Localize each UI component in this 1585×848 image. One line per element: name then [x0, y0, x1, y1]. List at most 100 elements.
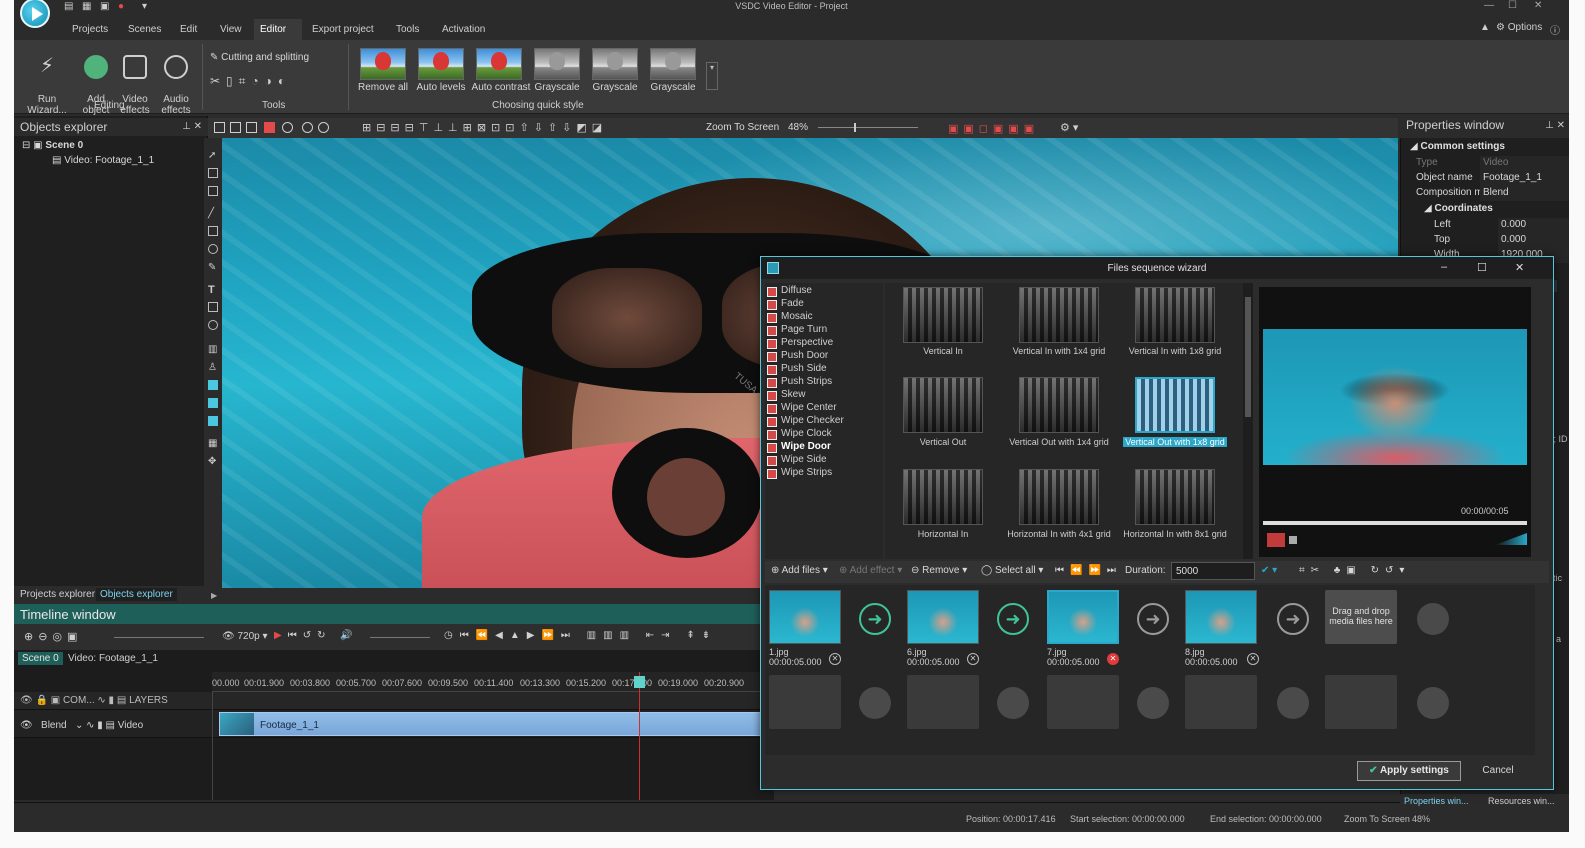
timeline-transport-icons[interactable]: ▶⏮↺↻ 🔊 — [274, 630, 359, 641]
audio-effects-button[interactable]: Audio effects — [156, 44, 196, 116]
quick-access-dropdown-icon[interactable]: ▾ — [142, 1, 147, 12]
cancel-button[interactable]: Cancel — [1471, 761, 1525, 781]
balloon-icon[interactable] — [208, 320, 218, 330]
transition-perspective[interactable]: Perspective — [765, 337, 833, 350]
transition-wipe-strips[interactable]: Wipe Strips — [765, 467, 832, 480]
prop-value[interactable]: Footage_1_1 — [1480, 171, 1569, 186]
image-icon[interactable] — [208, 380, 218, 390]
quick-style-auto-contrast[interactable] — [476, 48, 522, 80]
tab-objects-explorer[interactable]: Objects explorer — [96, 588, 177, 601]
duration-input[interactable] — [1171, 562, 1255, 580]
tree-video[interactable]: ▤ Video: Footage_1_1 — [52, 155, 154, 166]
quick-style-auto-levels[interactable] — [418, 48, 464, 80]
transition-page-turn[interactable]: Page Turn — [765, 324, 827, 337]
transition-diffuse[interactable]: Diffuse — [765, 285, 812, 298]
transition-push-side[interactable]: Push Side — [765, 363, 827, 376]
prop-row-object-name[interactable]: Object name Footage_1_1 — [1410, 171, 1569, 186]
tab-resources-window[interactable]: Resources win... — [1488, 796, 1555, 806]
open-file-icon[interactable]: ▦ — [82, 1, 91, 12]
transition-push-door[interactable]: Push Door — [765, 350, 828, 363]
sprite-icon[interactable]: ♙ — [208, 362, 218, 373]
transition-mosaic[interactable]: Mosaic — [765, 311, 813, 324]
add-files-button[interactable]: ⊕ Add files ▾ — [771, 565, 828, 576]
quick-style-grayscale-3[interactable] — [650, 48, 696, 80]
prop-row-composition[interactable]: Composition m Blend — [1410, 186, 1569, 201]
timeline-zoom-icons[interactable]: ⊕⊖◎▣ — [24, 630, 82, 643]
tool-icon[interactable] — [208, 168, 218, 178]
help-icon[interactable]: ⓘ — [1550, 22, 1560, 37]
align-icons-row[interactable]: ⊞⊟⊟⊟⊤⊥⊥⊞⊠⊡⊡⇧⇩⇧⇩◩◪ — [362, 121, 607, 134]
resolution-dropdown[interactable]: 👁 720p ▾ — [222, 631, 268, 642]
zoom-value[interactable]: 48% — [788, 122, 808, 133]
minimize-icon[interactable]: — — [1484, 0, 1494, 11]
menu-projects[interactable]: Projects — [66, 22, 114, 37]
menu-export-project[interactable]: Export project — [306, 22, 380, 37]
tree-scene[interactable]: ⊟ ▣ Scene 0 — [22, 140, 83, 151]
options-up-icon[interactable]: ▲ — [1480, 22, 1490, 33]
volume-slider[interactable] — [370, 637, 430, 638]
blend-mode[interactable]: Blend — [41, 720, 67, 731]
text-tool-icon[interactable]: T — [208, 284, 218, 296]
tool-icon[interactable] — [208, 186, 218, 196]
timeline-zoom-slider[interactable] — [114, 637, 204, 638]
video-track-controls[interactable]: 👁 Blend ⌄ ∿ ▮ ▤ Video — [20, 720, 143, 731]
zoom-slider-handle[interactable] — [854, 123, 856, 132]
transition-wipe-side[interactable]: Wipe Side — [765, 454, 827, 467]
prop-row-top[interactable]: Top 0.000 — [1410, 233, 1569, 248]
transition-push-strips[interactable]: Push Strips — [765, 376, 832, 389]
remove-file-icon[interactable]: ✕ — [829, 653, 841, 665]
chart-icon[interactable]: ▥ — [208, 344, 218, 355]
remove-button[interactable]: ⊖ Remove ▾ — [911, 565, 967, 576]
drop-zone[interactable]: Drag and drop media files here — [1325, 590, 1397, 644]
variant-thumb-horizontal-in-4x1[interactable] — [1019, 469, 1099, 525]
cut-icon[interactable] — [214, 122, 225, 133]
close-icon[interactable]: ✕ — [1534, 0, 1542, 11]
transition-skew[interactable]: Skew — [765, 389, 805, 402]
prop-value[interactable]: Blend — [1480, 186, 1569, 201]
playhead-handle[interactable] — [634, 676, 645, 688]
snap-icons-row[interactable]: ▣▣◻▣▣▣ — [948, 122, 1039, 135]
menu-scenes[interactable]: Scenes — [122, 22, 167, 37]
sequence-file-2[interactable] — [907, 590, 979, 644]
add-effect-button[interactable]: ⊕ Add effect ▾ — [839, 565, 902, 576]
variant-thumb-horizontal-in[interactable] — [903, 469, 983, 525]
pin-close-icon[interactable]: ⊥ ✕ — [1545, 120, 1565, 131]
menu-edit[interactable]: Edit — [174, 22, 203, 37]
redo-icon[interactable] — [318, 122, 329, 133]
transition-wipe-door[interactable]: Wipe Door — [765, 441, 831, 454]
prop-row-left[interactable]: Left 0.000 — [1410, 218, 1569, 233]
copy-icon[interactable] — [230, 122, 241, 133]
run-wizard-button[interactable]: ⚡ Run Wizard... — [22, 44, 72, 116]
apply-duration-icon[interactable]: ✔ ▾ — [1261, 565, 1277, 576]
variant-thumb-horizontal-in-8x1[interactable] — [1135, 469, 1215, 525]
record-icon[interactable]: ● — [118, 1, 124, 12]
image-edit-icons[interactable]: ⌗✂ ♣▣ ↻↺▾ — [1299, 565, 1410, 576]
remove-file-icon[interactable]: ✕ — [1247, 653, 1259, 665]
rectangle-icon[interactable] — [208, 226, 218, 236]
ellipse-icon[interactable] — [208, 244, 218, 254]
tab-video-footage[interactable]: Video: Footage_1_1 — [64, 652, 162, 665]
audio-icon[interactable] — [208, 398, 218, 408]
menu-activation[interactable]: Activation — [436, 22, 491, 37]
new-file-icon[interactable]: ▤ — [64, 1, 73, 12]
zoom-mode-label[interactable]: Zoom To Screen — [706, 122, 779, 133]
select-all-button[interactable]: ◯ Select all ▾ — [981, 565, 1043, 576]
zoom-slider[interactable] — [818, 127, 918, 128]
coordinates-section[interactable]: ◢ Coordinates — [1410, 202, 1569, 217]
quick-style-scroll-icon[interactable]: ▾ — [706, 62, 718, 90]
save-icon[interactable]: ▣ — [100, 1, 109, 12]
options-button[interactable]: ⚙ Options — [1496, 22, 1542, 33]
pen-icon[interactable]: ✎ — [208, 262, 218, 273]
variant-thumb-vertical-out-1x8[interactable] — [1135, 377, 1215, 433]
quick-style-grayscale-2[interactable] — [592, 48, 638, 80]
sequence-file-3-selected[interactable] — [1047, 590, 1119, 644]
transition-wipe-center[interactable]: Wipe Center — [765, 402, 837, 415]
quick-style-remove-all[interactable] — [360, 48, 406, 80]
menu-editor[interactable]: Editor — [254, 19, 302, 40]
paste-icon[interactable] — [246, 122, 257, 133]
undo-icon[interactable] — [302, 122, 313, 133]
transition-arrow-icon[interactable]: ➜ — [1277, 603, 1309, 635]
variant-thumb-vertical-in[interactable] — [903, 287, 983, 343]
spectrum-icon[interactable]: ▦ — [208, 438, 218, 449]
layers-row-controls[interactable]: 👁 🔒 ▣ COM... ∿ ▮ ▤ LAYERS — [20, 695, 168, 706]
